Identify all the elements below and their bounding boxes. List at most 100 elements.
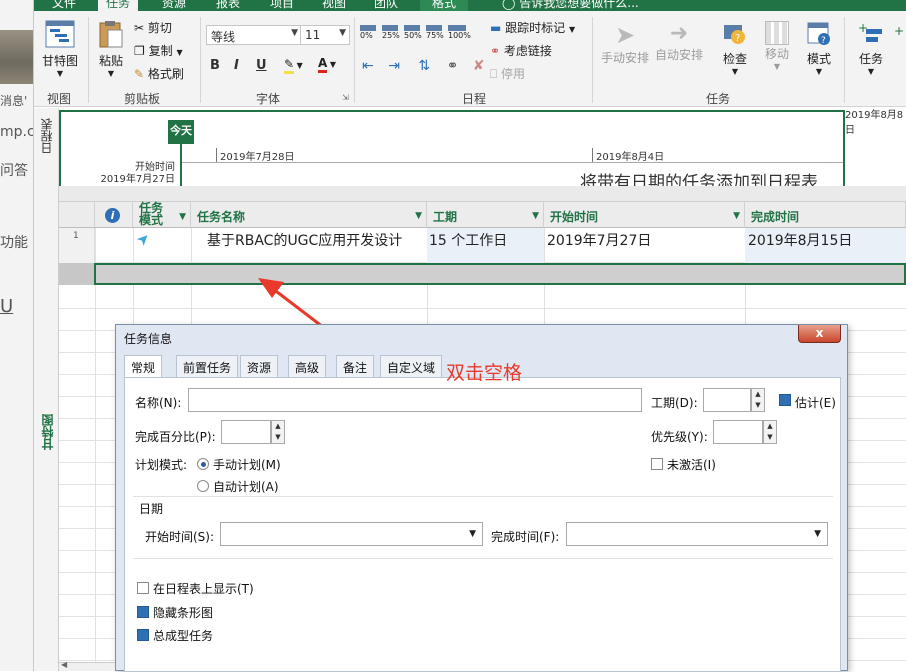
percent-complete-spinner[interactable]: ▲ ▼ [271,420,285,444]
auto-schedule-radio[interactable] [197,480,209,492]
duration-input[interactable] [703,388,751,412]
start-date-label: 开始时间(S): [145,530,215,544]
tell-me-box[interactable]: ◯ 告诉我您想要做什么... [502,0,639,11]
insert-more-button[interactable]: + [894,21,906,81]
pct-50-button[interactable]: 50% [404,25,424,40]
unlink-icon[interactable]: ✘ [473,58,485,74]
pct-25-button[interactable]: 25% [382,25,402,40]
link-icon[interactable]: ⚭ [447,58,459,74]
tab-report[interactable]: 报表 [216,0,240,11]
pct-100-button[interactable]: 100% [448,25,471,40]
percent-complete-input[interactable] [221,420,271,444]
start-header-label: 开始时间 [550,210,599,224]
bold-button[interactable]: B [210,58,220,73]
auto-schedule-button[interactable]: ➜ 自动安排 [652,21,706,63]
manual-pin-icon: ➤ [132,228,155,250]
font-color-button[interactable]: A ▼ [318,56,336,73]
mode-button[interactable]: ? 模式 ▼ [800,21,838,76]
tab-advanced[interactable]: 高级 [288,355,327,377]
priority-input[interactable] [713,420,763,444]
start-date-dropdown[interactable]: ▼ [220,522,483,546]
tab-file[interactable]: 文件 [52,0,76,11]
tab-format[interactable]: 格式 [420,0,469,11]
tab-predecessors[interactable]: 前置任务 [176,355,239,377]
mode-label: 模式 [806,52,831,66]
copy-button[interactable]: ❐ 复制 ▼ [134,42,183,59]
cut-button[interactable]: ✂ 剪切 [134,19,172,36]
gantt-chart-button[interactable]: 甘特图 ▼ [38,19,82,78]
svg-text:+: + [858,21,868,35]
table-row[interactable]: 1 ➤ 基于RBAC的UGC应用开发设计 15 个工作日 2019年7月27日 … [59,228,906,263]
pct-75-label: 75% [426,31,444,40]
highlight-color-button[interactable]: ✎ ▼ [284,57,303,74]
rollup-checkbox[interactable] [137,629,149,641]
start-cell[interactable]: 2019年7月27日 [547,230,651,250]
outdent-icon[interactable]: ⇤ [362,58,374,74]
tab-task[interactable]: 任务 [98,0,139,11]
tab-notes[interactable]: 备注 [336,355,375,377]
pct-75-button[interactable]: 75% [426,25,446,40]
manual-schedule-button[interactable]: ➤ 手动安排 [598,21,652,66]
selected-empty-row[interactable] [94,263,906,285]
font-name-combo[interactable]: 等线 ▼ [206,25,302,45]
group-separator [200,17,201,103]
close-icon: x [815,326,824,340]
info-column-header[interactable]: i [95,202,133,228]
split-icon[interactable]: ⇅ [418,58,430,74]
indent-icon[interactable]: ⇥ [388,58,400,74]
tab-custom-fields[interactable]: 自定义域 [380,355,443,377]
chevron-down-icon[interactable]: ▼ [532,211,539,221]
hide-bar-checkbox[interactable] [137,606,149,618]
finish-date-label: 完成时间(F): [491,530,560,544]
finish-date-dropdown[interactable]: ▼ [566,522,828,546]
chevron-down-icon[interactable]: ▼ [179,211,186,223]
inactive-checkbox[interactable] [651,458,663,470]
task-name-header[interactable]: 任务名称 ▼ [191,202,427,228]
underline-button[interactable]: U [256,58,267,73]
scroll-left-icon[interactable]: ◀ [61,660,67,669]
duration-header-label: 工期 [433,210,458,224]
task-name-header-label: 任务名称 [197,210,246,224]
duration-cell[interactable]: 15 个工作日 [429,230,507,250]
tab-resources[interactable]: 资源 [240,355,279,377]
horizontal-scrollbar[interactable]: ◀ [59,660,115,671]
respect-links-button[interactable]: ⚭ 考虑链接 [490,42,552,59]
insert-task-button[interactable]: + 任务 ▼ [852,21,890,76]
format-painter-button[interactable]: ✎ 格式刷 [134,65,184,82]
move-button[interactable]: 移动 ▼ [758,21,796,71]
group-separator [88,17,89,103]
background-text-5: U [0,296,14,317]
finish-cell[interactable]: 2019年8月15日 [748,230,852,250]
close-button[interactable]: x [798,325,841,343]
chevron-down-icon[interactable]: ▼ [733,211,740,221]
format-painter-icon: ✎ [134,67,145,81]
duration-spinner[interactable]: ▲ ▼ [751,388,765,412]
duration-header[interactable]: 工期 ▼ [427,202,544,228]
task-name-cell[interactable]: 基于RBAC的UGC应用开发设计 [207,230,402,250]
inspect-button[interactable]: ? 检查 ▼ [716,21,754,76]
estimated-checkbox[interactable] [779,394,791,406]
manual-schedule-radio[interactable] [197,458,209,470]
mark-on-track-button[interactable]: ▬ 跟踪时标记 ▼ [490,19,575,36]
inactivate-button[interactable]: ⎕ 停用 [490,65,525,82]
insert-task-label: 任务 [858,52,883,66]
task-mode-header[interactable]: 任务 模式 ▼ [133,202,191,228]
tab-view[interactable]: 视图 [322,0,346,11]
name-input[interactable] [188,388,642,412]
paste-button[interactable]: 粘贴 ▼ [92,19,130,78]
priority-spinner[interactable]: ▲ ▼ [763,420,777,444]
chevron-down-icon[interactable]: ▼ [415,211,422,221]
pct-0-button[interactable]: 0% [360,25,380,40]
show-on-timeline-checkbox[interactable] [137,582,149,594]
italic-button[interactable]: I [234,58,239,73]
manual-schedule-radio-label: 手动计划(M) [213,458,281,472]
tab-resource[interactable]: 资源 [162,0,186,11]
font-size-combo[interactable]: 11 ▼ [300,25,350,45]
start-header[interactable]: 开始时间 ▼ [544,202,745,228]
tab-team[interactable]: 团队 [374,0,398,11]
tab-project[interactable]: 项目 [270,0,294,11]
dialog-launcher-icon[interactable]: ⇲ [342,93,349,102]
finish-header[interactable]: 完成时间 [745,202,906,228]
tab-general[interactable]: 常规 [124,355,163,378]
row-number-header[interactable] [59,202,95,228]
